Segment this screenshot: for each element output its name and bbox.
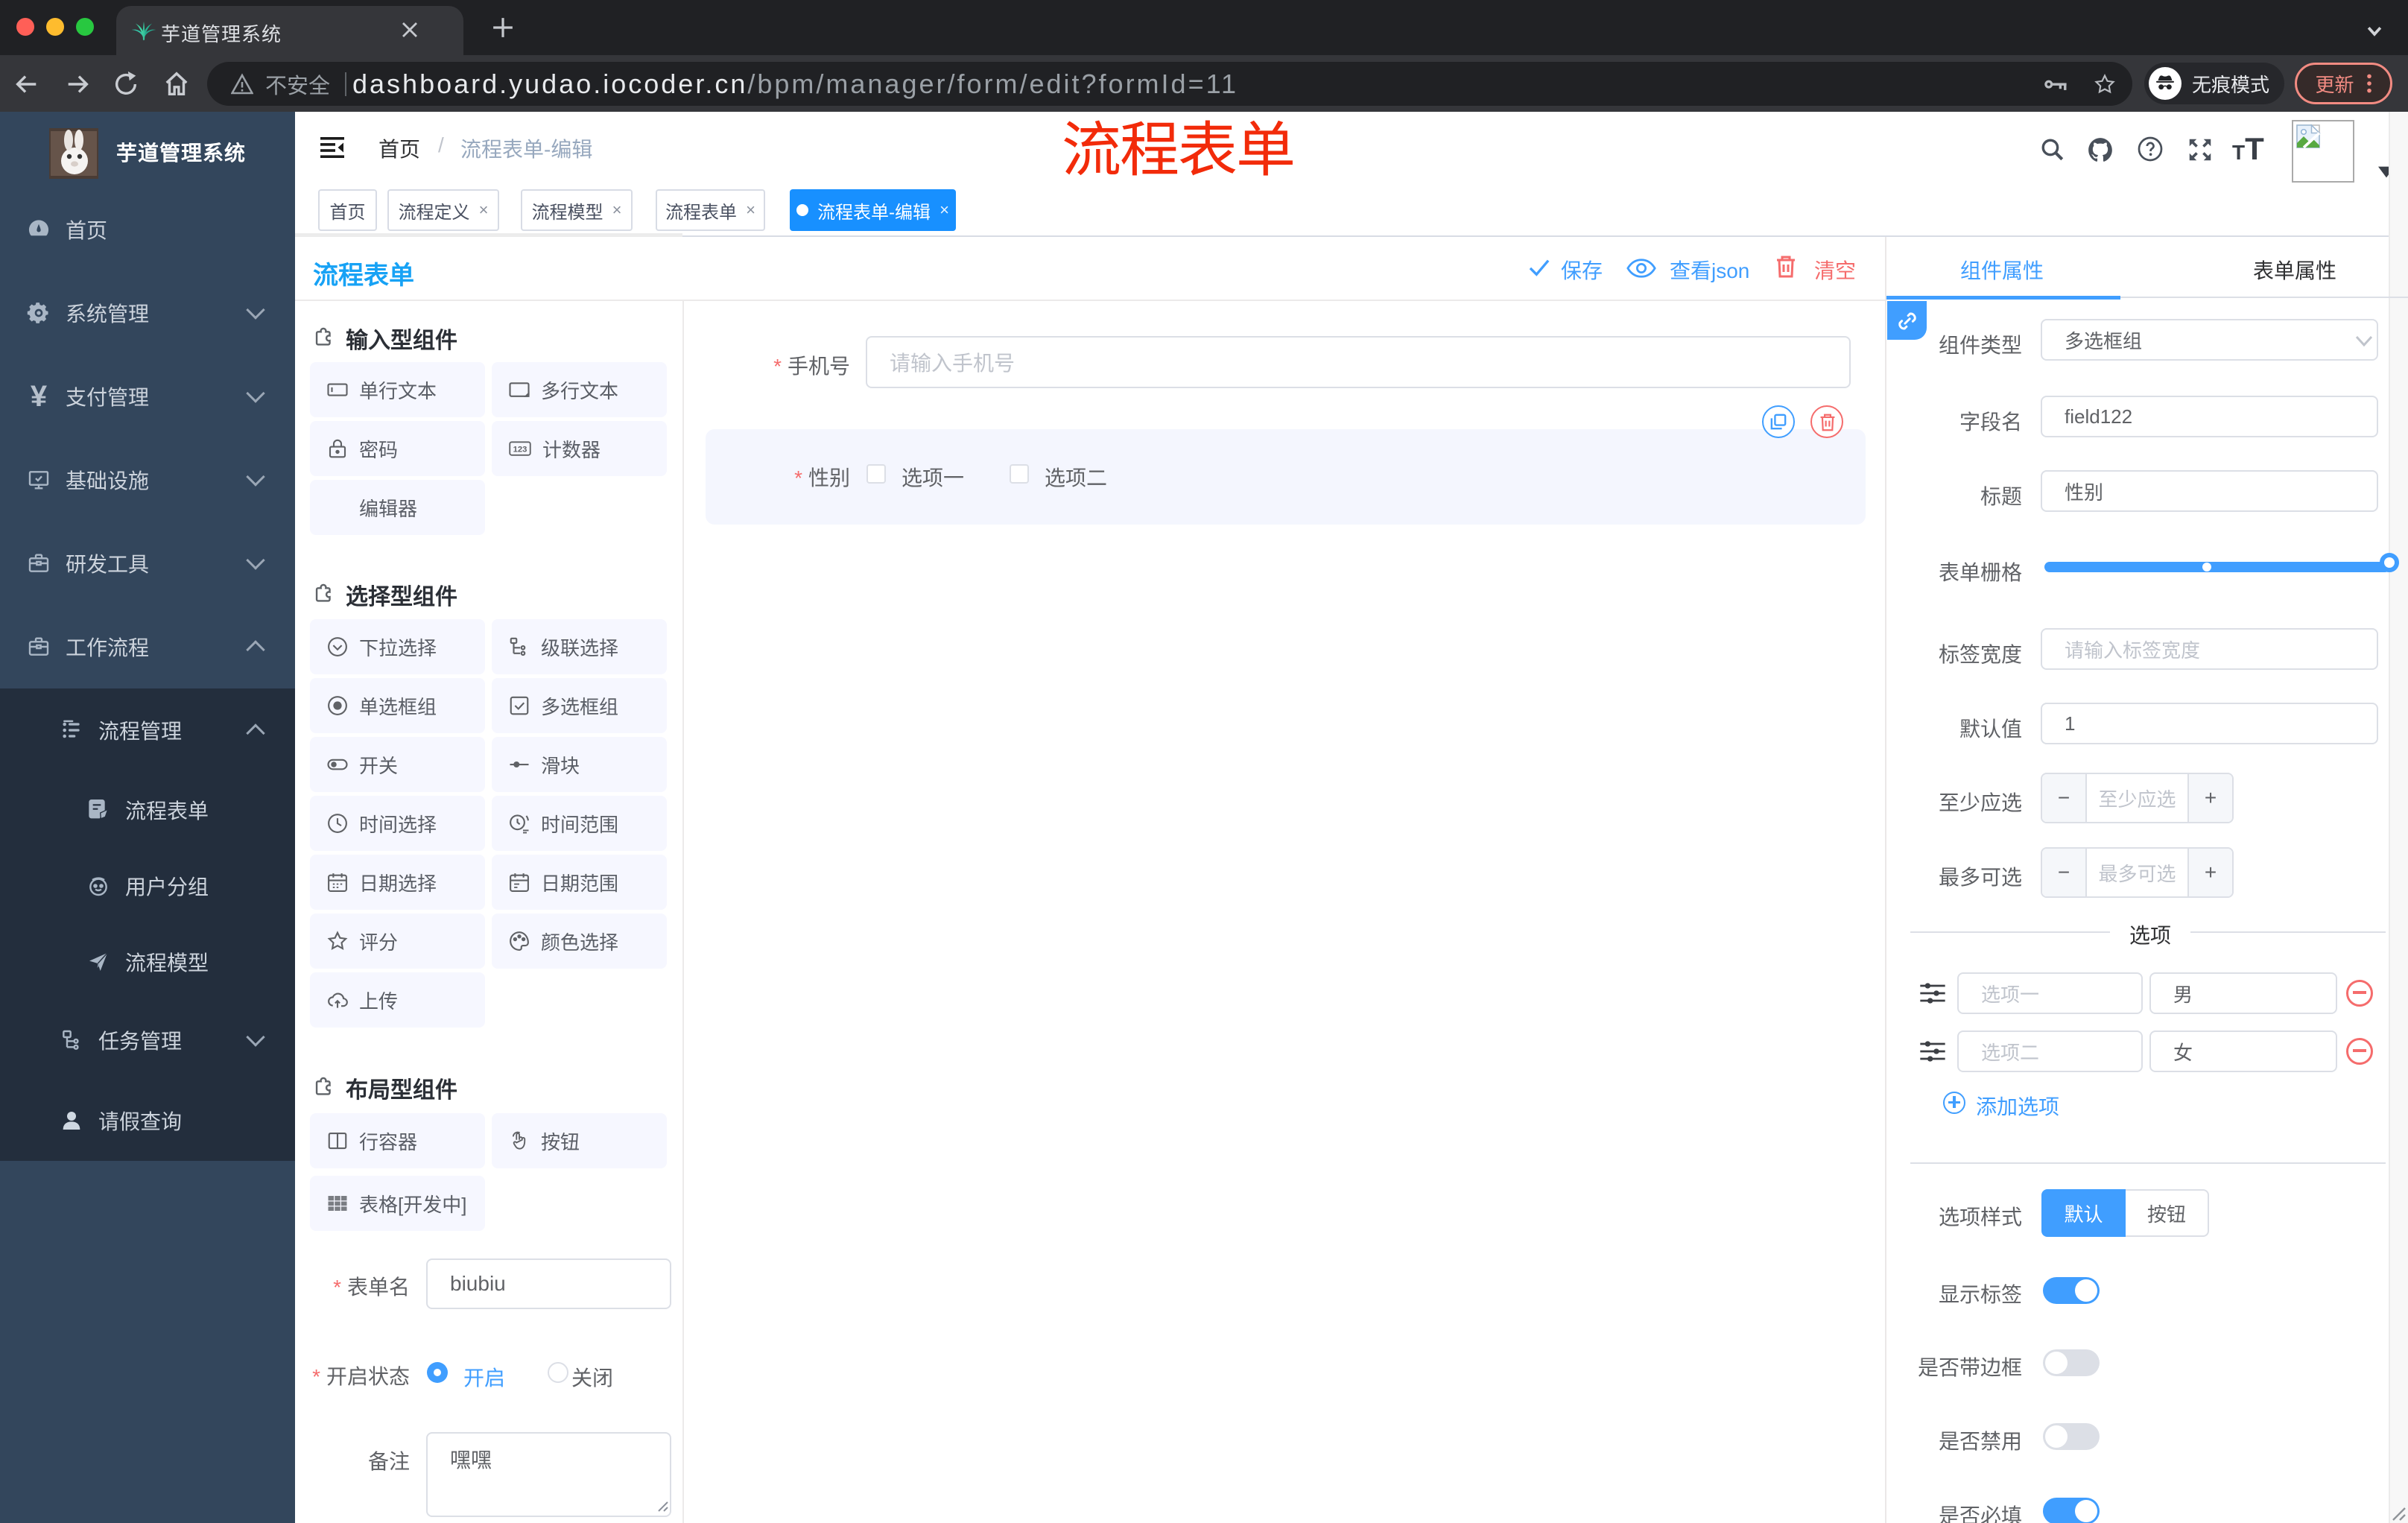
svg-text:123: 123 xyxy=(513,445,527,454)
